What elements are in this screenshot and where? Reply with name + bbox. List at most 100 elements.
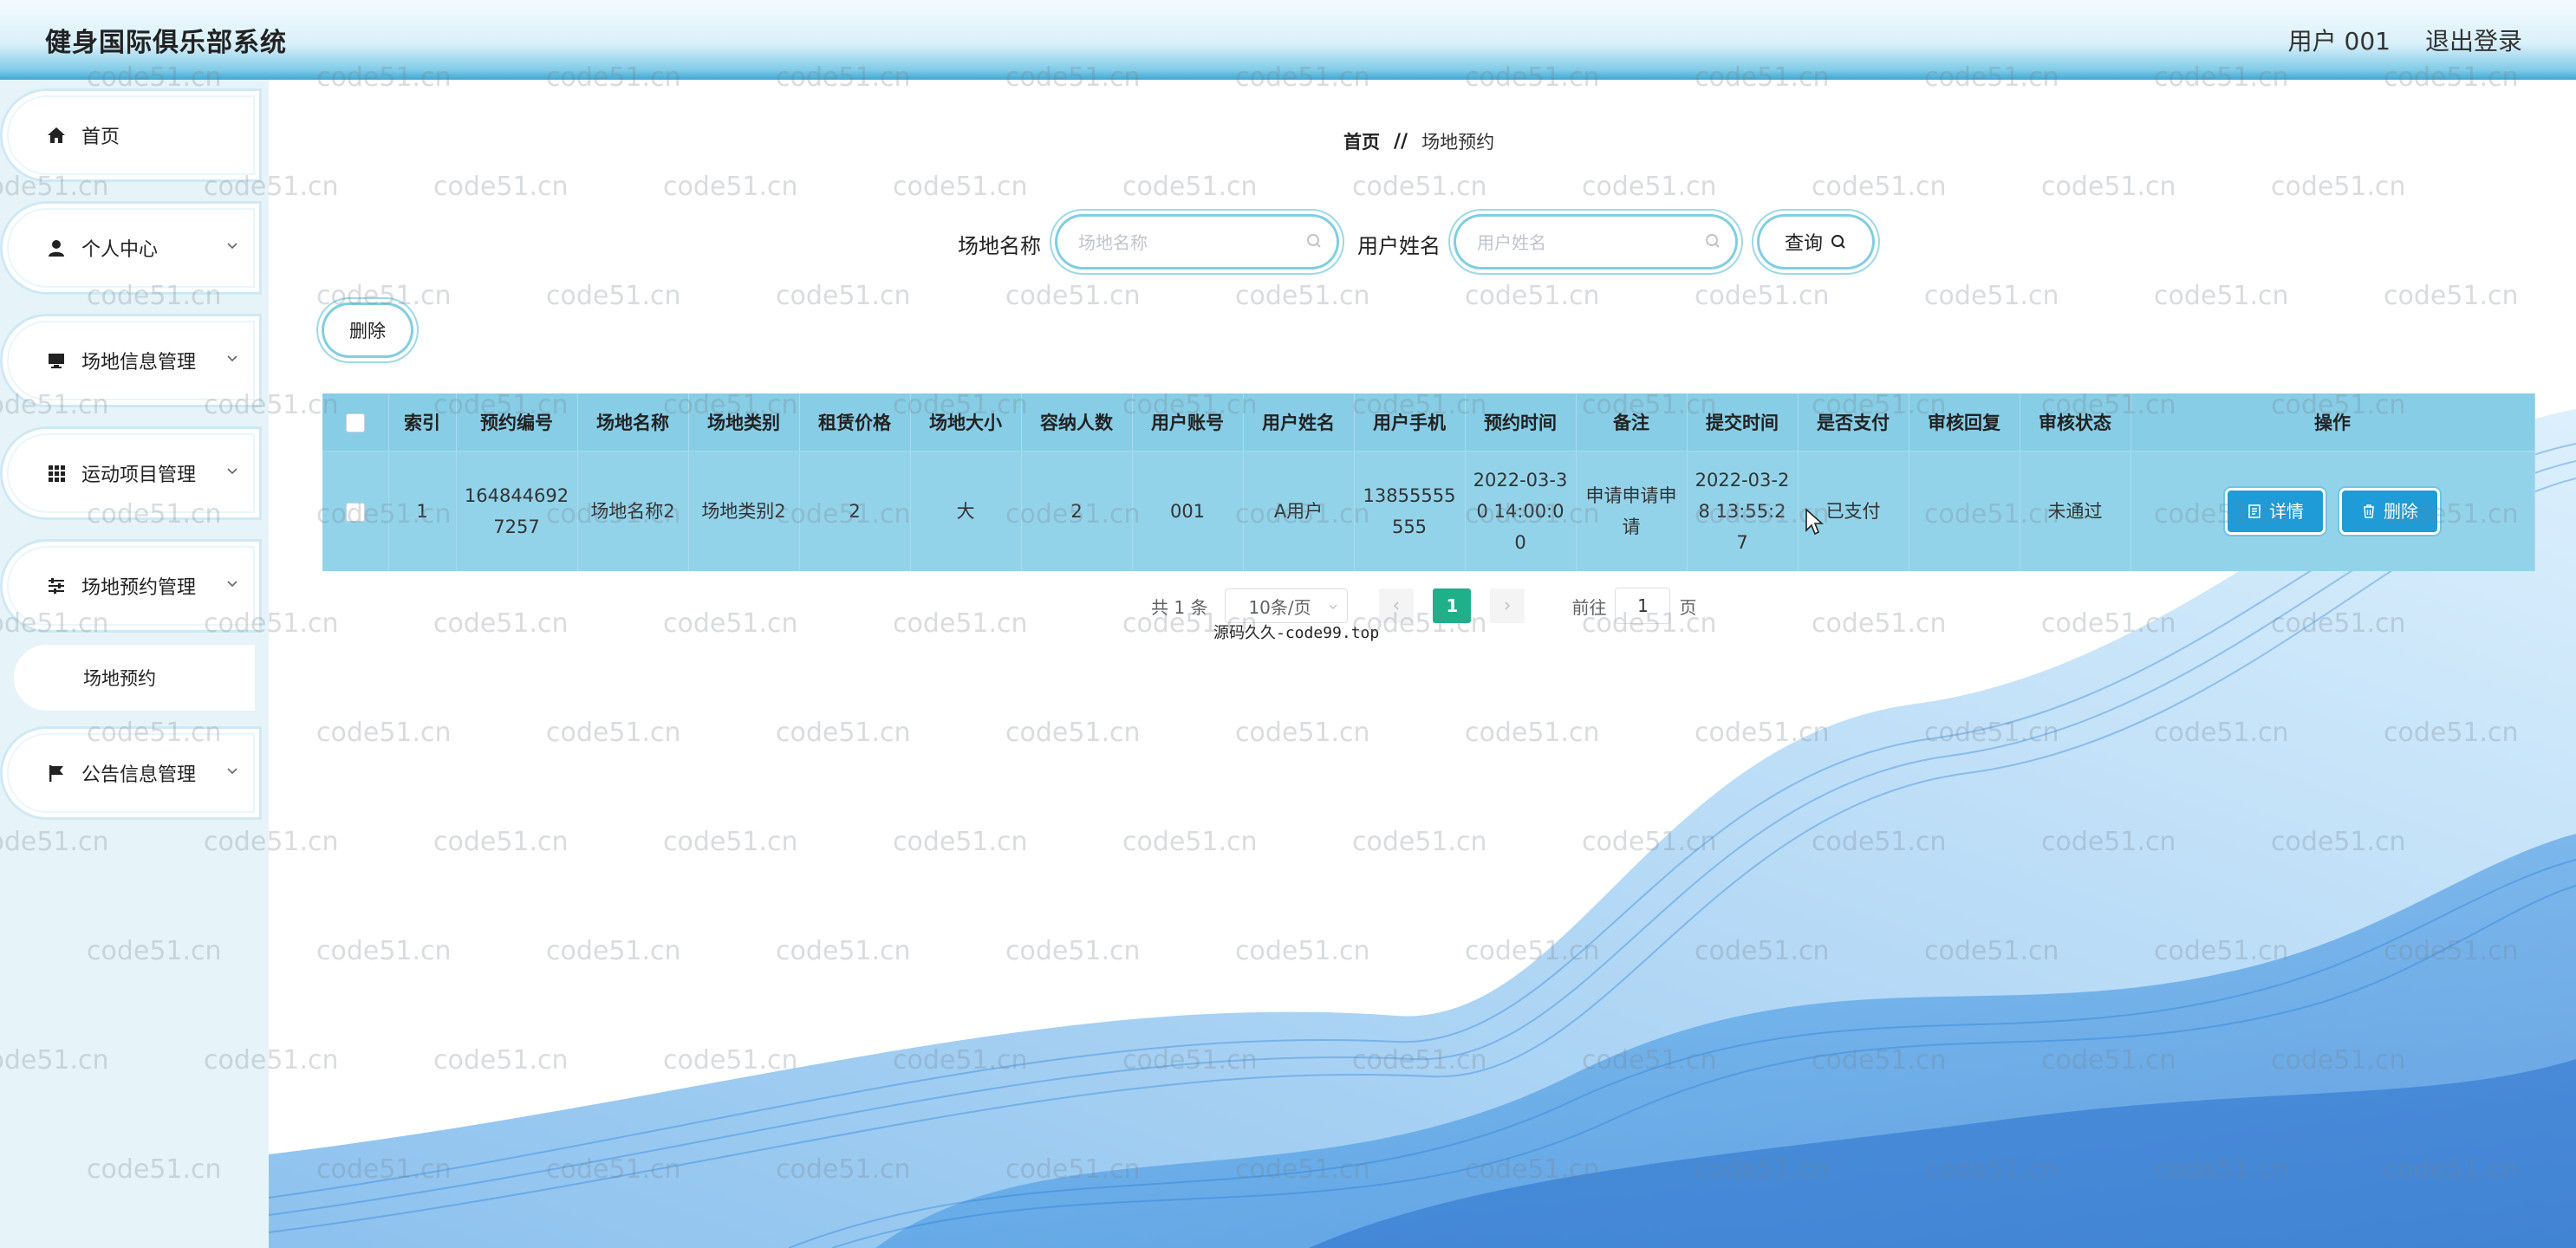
goto-suffix: 页 [1679,596,1697,618]
sidebar-item-venue-info[interactable]: 场地信息管理 [7,321,255,400]
chevron-right-icon [1505,601,1511,610]
sidebar: 首页 个人中心 场地信息管理 运动项目管理 场地预约管理 场地预约 公告信息管理 [0,80,269,1248]
search-icon [1307,234,1321,248]
breadcrumb-home[interactable]: 首页 [1343,128,1380,154]
column-header: 审核状态 [2020,393,2131,452]
breadcrumb: 首页 // 场地预约 [1343,128,1494,154]
user-icon [45,237,68,259]
column-header: 预约编号 [456,393,578,452]
flag-icon [45,762,68,784]
sidebar-item-announcements[interactable]: 公告信息管理 [7,733,255,813]
column-header: 用户姓名 [1243,393,1355,452]
breadcrumb-separator: // [1394,130,1408,153]
table-header-row: 索引 预约编号 场地名称 场地类别 租赁价格 场地大小 容纳人数 用户账号 用户… [322,393,2535,452]
document-icon [2248,504,2261,518]
venue-name-input[interactable] [1077,227,1297,258]
cell-booking-no: 1648446927257 [456,451,578,571]
chevron-left-icon [1394,601,1400,610]
main-content: 首页 // 场地预约 场地名称 用户姓名 查询 删除 索引 预约编号 [269,80,2576,1248]
cell-actions: 详情 删除 [2130,451,2535,571]
cell-size: 大 [910,451,1022,571]
column-header: 场地大小 [910,393,1022,452]
sidebar-subitem-label: 场地预约 [83,668,156,689]
cell-capacity: 2 [1021,451,1133,571]
column-header: 场地类别 [688,393,800,452]
user-name-search-box [1456,217,1735,267]
sidebar-subitem-venue-booking[interactable]: 场地预约 [14,645,255,711]
search-icon [1831,235,1845,249]
page-number-current[interactable]: 1 [1433,588,1472,623]
batch-delete-button[interactable]: 删除 [324,305,411,355]
column-header: 场地名称 [577,393,689,452]
sidebar-item-personal-center[interactable]: 个人中心 [7,208,255,288]
column-header: 审核回复 [1909,393,2020,452]
venue-name-label: 场地名称 [958,234,1041,258]
grid-icon [45,462,68,484]
logout-link[interactable]: 退出登录 [2425,23,2522,57]
cell-venue-name: 场地名称2 [577,451,689,571]
page-size-value: 10条/页 [1248,596,1311,618]
breadcrumb-current: 场地预约 [1421,132,1495,153]
select-all-cell [322,393,389,452]
detail-button-label: 详情 [2269,501,2304,522]
row-delete-button[interactable]: 删除 [2342,491,2437,532]
column-header: 租赁价格 [799,393,911,452]
pagination-total: 共 1 条 [1151,596,1208,618]
chevron-down-icon [227,355,237,362]
chevron-down-icon [1329,604,1337,609]
column-header: 用户手机 [1354,393,1466,452]
detail-button[interactable]: 详情 [2228,491,2323,532]
select-all-checkbox[interactable] [345,413,365,432]
sidebar-item-label: 场地信息管理 [81,352,197,374]
top-header: 健身国际俱乐部系统 用户 001 退出登录 [0,0,2576,80]
column-header: 索引 [388,393,457,452]
monitor-icon [45,349,68,372]
pagination: 共 1 条 10条/页 1 前往 1 页 [1151,588,1696,624]
next-page-button[interactable] [1490,588,1525,623]
sidebar-item-label: 运动项目管理 [81,465,197,486]
current-user-label[interactable]: 用户 001 [2288,23,2391,57]
cell-price: 2 [799,451,911,571]
column-header: 是否支付 [1798,393,1909,452]
cell-submit-time: 2022-03-28 13:55:27 [1687,451,1799,571]
sidebar-item-home[interactable]: 首页 [7,95,255,175]
column-header: 用户账号 [1132,393,1244,452]
home-icon [45,124,68,146]
page-size-select[interactable]: 10条/页 [1225,588,1349,623]
row-delete-label: 删除 [2384,501,2418,522]
sidebar-item-label: 场地预约管理 [81,577,197,599]
cell-review-reply [1909,451,2020,571]
cell-remark: 申请申请申请 [1576,451,1688,571]
chevron-down-icon [227,243,237,250]
goto-prefix: 前往 [1571,596,1607,618]
user-name-label: 用户姓名 [1357,234,1441,258]
column-header: 操作 [2130,393,2535,452]
cell-account: 001 [1132,451,1244,571]
cell-phone: 13855555555 [1354,451,1466,571]
query-button-label: 查询 [1784,233,1823,255]
venue-name-search-box [1057,217,1337,267]
chevron-down-icon [227,768,237,775]
column-header: 备注 [1576,393,1688,452]
search-icon [1706,234,1720,248]
sidebar-item-sports[interactable]: 运动项目管理 [7,433,255,513]
table-row: 1 1648446927257 场地名称2 场地类别2 2 大 2 001 A用… [322,451,2535,571]
app-title: 健身国际俱乐部系统 [45,28,287,58]
user-name-input[interactable] [1475,227,1695,258]
batch-delete-label: 删除 [349,321,386,341]
previous-page-button[interactable] [1379,588,1415,623]
row-checkbox[interactable] [345,503,365,522]
sidebar-item-booking-management[interactable]: 场地预约管理 [7,546,255,626]
column-header: 容纳人数 [1021,393,1133,452]
query-button[interactable]: 查询 [1760,217,1872,267]
trash-icon [2364,504,2374,518]
cell-user-name: A用户 [1243,451,1355,571]
cell-review-status: 未通过 [2020,451,2131,571]
sidebar-item-label: 个人中心 [81,239,159,261]
goto-page-input[interactable]: 1 [1615,588,1671,624]
chevron-down-icon [227,581,237,588]
booking-table: 索引 预约编号 场地名称 场地类别 租赁价格 场地大小 容纳人数 用户账号 用户… [322,393,2535,571]
source-note: 源码久久-code99.top [1213,624,1380,642]
cell-index: 1 [388,451,457,571]
column-header: 提交时间 [1687,393,1799,452]
